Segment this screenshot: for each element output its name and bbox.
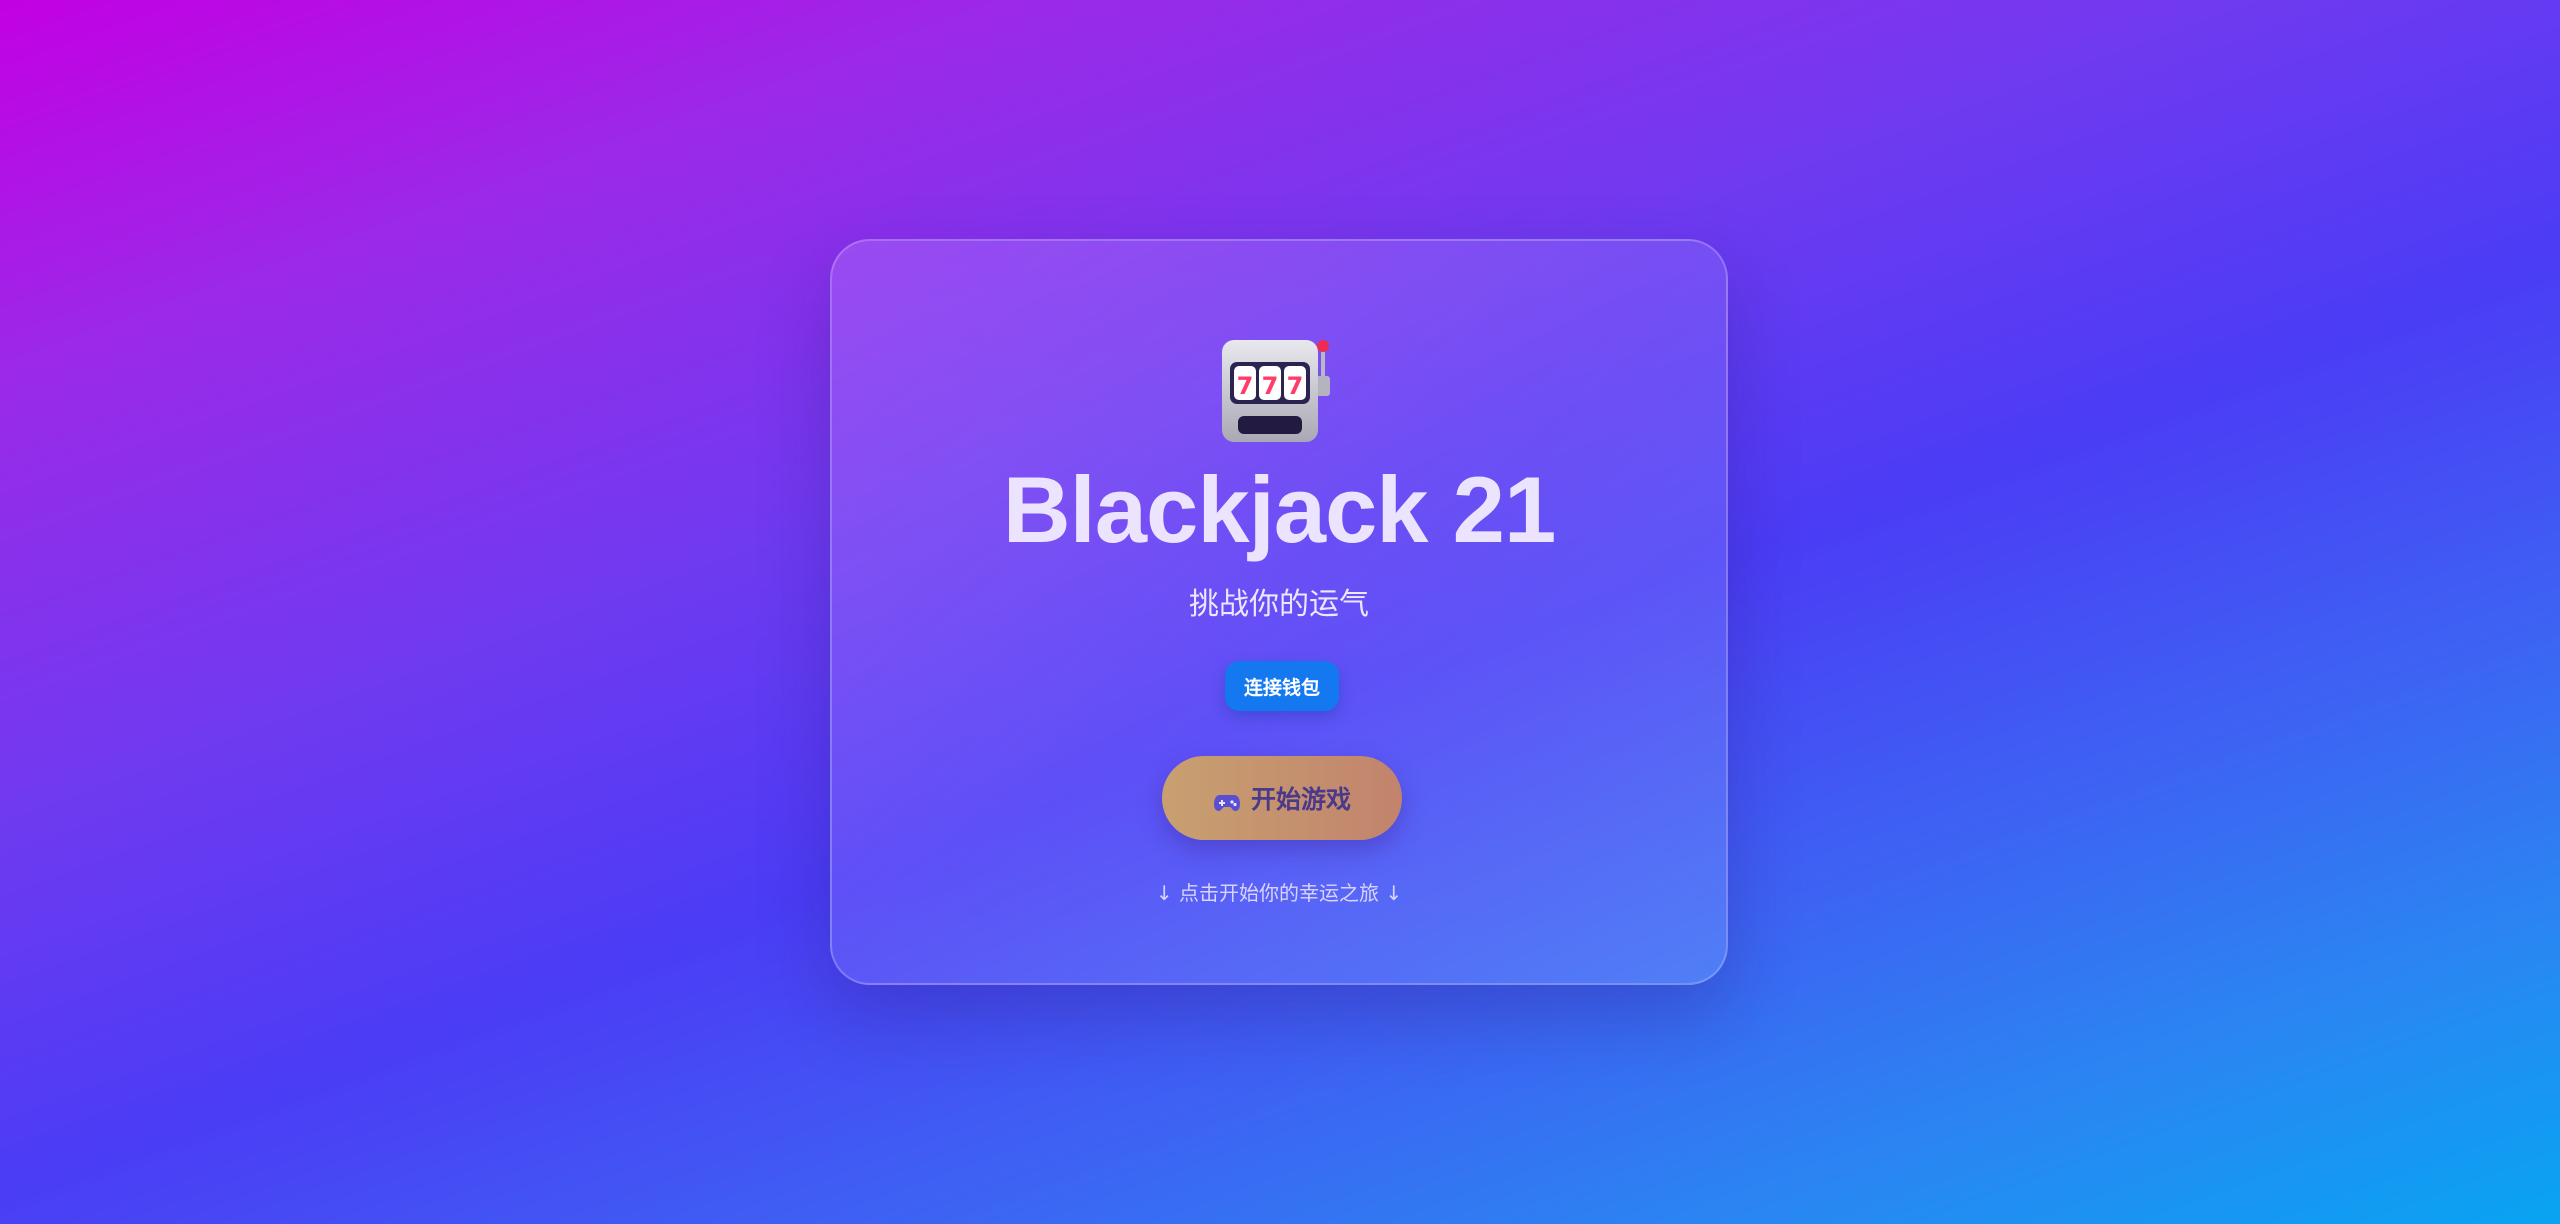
- connect-wallet-label: 连接钱包: [1243, 676, 1320, 699]
- slot-machine-icon: 7 7 7: [1216, 336, 1346, 446]
- start-game-label: 开始游戏: [1250, 785, 1351, 814]
- start-game-button[interactable]: 开始游戏: [1162, 756, 1402, 840]
- gamepad-icon: [1213, 789, 1241, 811]
- svg-text:7: 7: [1262, 372, 1279, 400]
- welcome-card: 7 7 7 Blackjack 21 挑战你的运气 连接钱包 开始游戏 ↓ 点击…: [830, 239, 1728, 985]
- svg-text:7: 7: [1237, 372, 1254, 400]
- page-title: Blackjack 21: [1002, 457, 1556, 562]
- start-hint: ↓ 点击开始你的幸运之旅 ↓: [1155, 881, 1403, 905]
- connect-wallet-button[interactable]: 连接钱包: [1225, 661, 1339, 711]
- subtitle: 挑战你的运气: [1189, 587, 1369, 622]
- svg-text:7: 7: [1287, 372, 1304, 400]
